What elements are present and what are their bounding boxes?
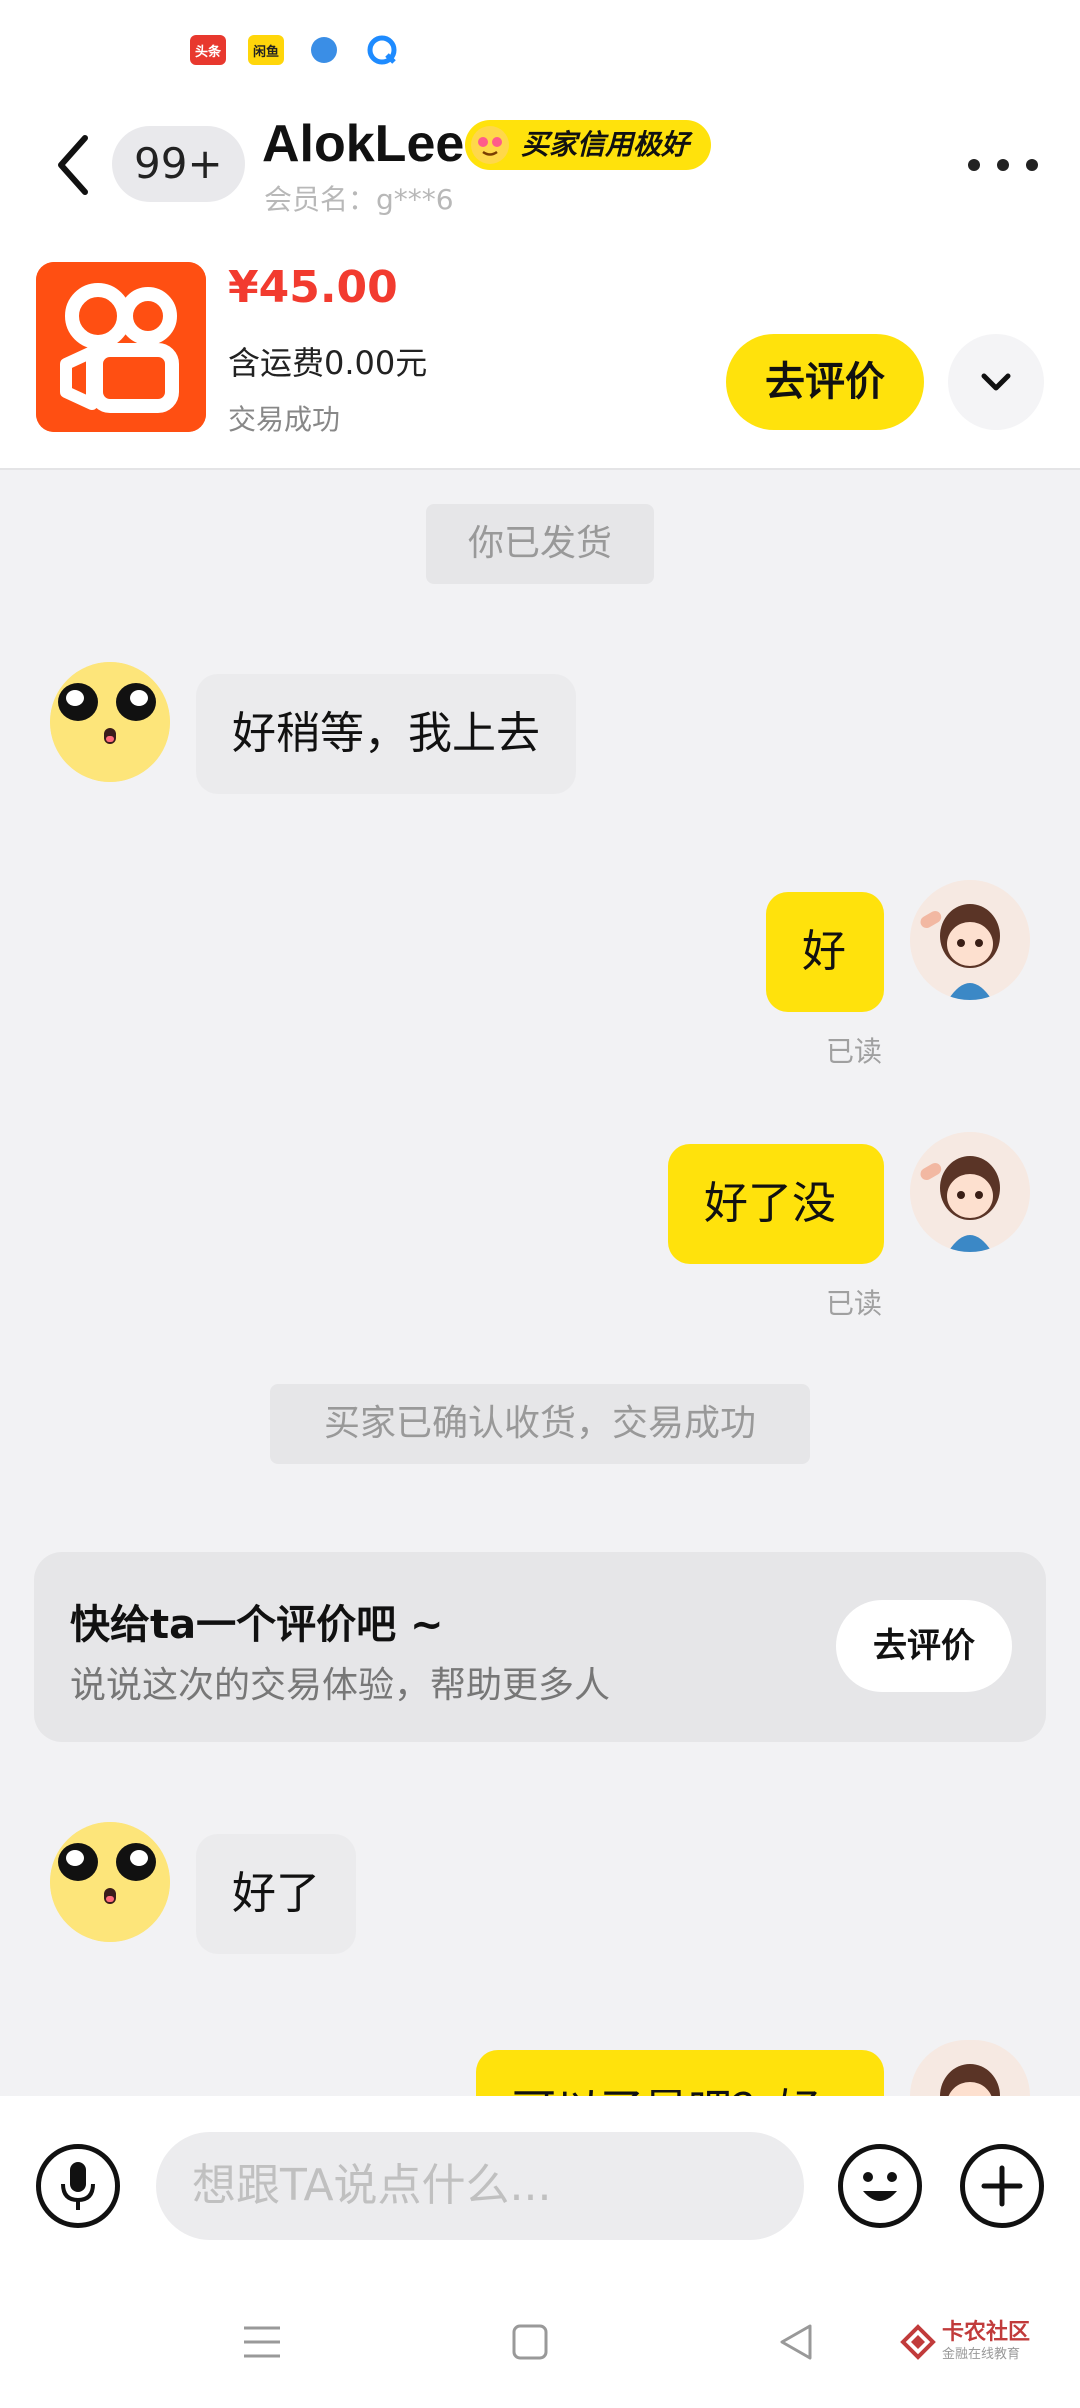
voice-button[interactable] <box>36 2144 120 2228</box>
avatar-self[interactable] <box>910 880 1030 1000</box>
read-receipt: 已读 <box>826 1035 883 1068</box>
nav-row: 99+ AlokLee 买家信用极好 会员名：g***6 <box>0 110 1080 220</box>
triangle-back-icon <box>780 2324 812 2360</box>
home-nav-button[interactable] <box>510 2322 550 2366</box>
chevron-left-icon <box>58 135 88 195</box>
microphone-icon <box>61 2162 95 2210</box>
read-receipt: 已读 <box>826 1287 883 1320</box>
review-card-button[interactable]: 去评价 <box>836 1600 1012 1692</box>
menu-nav-button[interactable] <box>242 2322 282 2366</box>
qq-browser-icon <box>364 35 400 65</box>
expand-button[interactable] <box>948 334 1044 430</box>
review-prompt-card: 快给ta一个评价吧 ~ 说说这次的交易体验，帮助更多人 去评价 <box>34 1552 1046 1742</box>
unread-badge[interactable]: 99+ <box>112 126 245 202</box>
order-price: ¥45.00 <box>228 262 398 313</box>
toutiao-icon: 头条 <box>190 35 226 65</box>
divider <box>0 468 1080 470</box>
menu-icon <box>244 2326 280 2358</box>
compass-icon <box>306 35 342 65</box>
more-dot-icon <box>968 159 980 171</box>
message-bubble-outgoing[interactable]: 好 <box>766 892 884 1012</box>
girl-avatar-icon <box>910 2040 1030 2096</box>
kuaishou-logo-icon <box>36 262 206 432</box>
product-thumbnail[interactable] <box>36 262 206 432</box>
review-card-title: 快给ta一个评价吧 ~ <box>70 1602 444 1648</box>
girl-avatar-icon <box>910 1132 1030 1252</box>
watermark-subtitle: 金融在线教育 <box>942 2347 1021 2362</box>
plus-button[interactable] <box>960 2144 1044 2228</box>
chat-username[interactable]: AlokLee <box>262 114 464 174</box>
smiley-icon <box>863 2172 897 2201</box>
emoji-button[interactable] <box>838 2144 922 2228</box>
smile-emoji-icon <box>471 126 509 164</box>
message-bubble-incoming[interactable]: 好稍等，我上去 <box>196 674 576 794</box>
input-bar: 想跟TA说点什么... <box>0 2096 1080 2276</box>
kanong-logo-icon <box>900 2323 936 2360</box>
status-bar: 头条 闲鱼 <box>190 30 400 70</box>
message-input[interactable]: 想跟TA说点什么... <box>156 2132 804 2240</box>
member-name: 会员名：g***6 <box>264 183 454 216</box>
emoji-face-icon <box>50 1822 170 1942</box>
square-home-icon <box>512 2324 548 2360</box>
review-button[interactable]: 去评价 <box>726 334 924 430</box>
order-shipping: 含运费0.00元 <box>228 344 428 382</box>
review-card-subtitle: 说说这次的交易体验，帮助更多人 <box>70 1665 611 1706</box>
more-button[interactable] <box>968 140 1038 190</box>
back-button[interactable] <box>48 130 98 200</box>
more-dot-icon <box>997 159 1009 171</box>
credit-badge[interactable]: 买家信用极好 <box>465 120 712 170</box>
system-nav-bar: 卡农社区 金融在线教育 <box>0 2276 1080 2408</box>
xianyu-icon: 闲鱼 <box>248 35 284 65</box>
avatar-other[interactable] <box>50 662 170 782</box>
system-message-confirmed: 买家已确认收货，交易成功 <box>270 1384 810 1464</box>
avatar-other[interactable] <box>50 1822 170 1942</box>
watermark-title: 卡农社区 <box>942 2320 1031 2345</box>
back-nav-button[interactable] <box>776 2322 816 2366</box>
more-dot-icon <box>1026 159 1038 171</box>
plus-icon <box>981 2165 1023 2207</box>
avatar-self[interactable] <box>910 1132 1030 1252</box>
avatar-self[interactable] <box>910 2040 1030 2096</box>
system-message-shipped: 你已发货 <box>426 504 654 584</box>
girl-avatar-icon <box>910 880 1030 1000</box>
message-bubble-outgoing[interactable]: 好了没 <box>668 1144 884 1264</box>
emoji-face-icon <box>50 662 170 782</box>
order-status: 交易成功 <box>228 403 341 436</box>
chat-header: 头条 闲鱼 99+ AlokLee 买家信用极好 会员名：g***6 ¥45.0… <box>0 0 1080 470</box>
credit-badge-label: 买家信用极好 <box>521 128 690 161</box>
chevron-down-icon <box>981 373 1011 391</box>
message-bubble-incoming[interactable]: 好了 <box>196 1834 356 1954</box>
watermark: 卡农社区 金融在线教育 <box>900 2322 1030 2361</box>
